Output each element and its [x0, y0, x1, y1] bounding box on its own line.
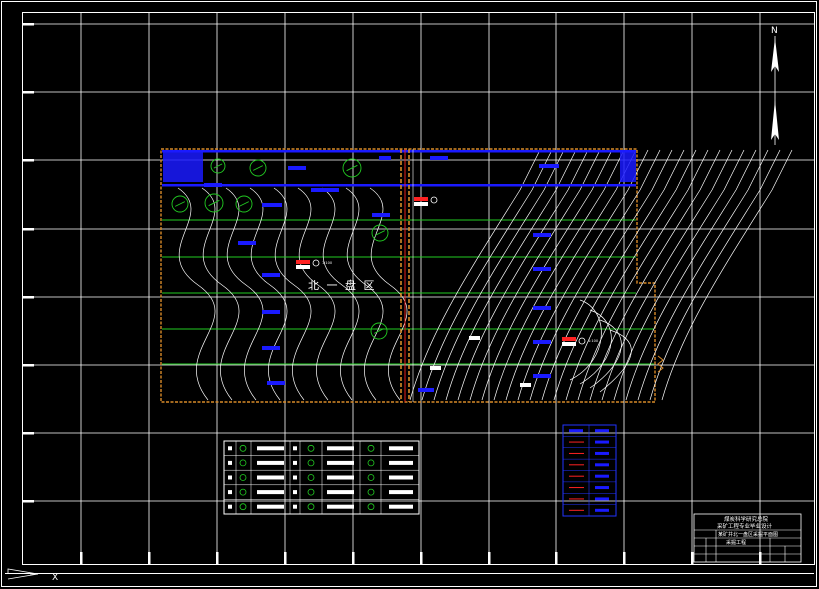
title-line-1: 煤炭科学研究总院 — [724, 515, 769, 523]
title-line-3: 某矿井北一盘区采掘平面图 — [718, 531, 778, 538]
borehole-marker-3[interactable]: 1:100 — [562, 337, 598, 346]
mining-district-map[interactable]: 1:100 1:100 北 一 盘 区 — [160, 148, 793, 403]
top-left-hatch — [163, 152, 636, 182]
top-roadway-band-2 — [162, 184, 636, 187]
borehole-marker-1[interactable]: 1:100 — [296, 259, 332, 269]
borehole-label-1: 1:100 — [322, 261, 332, 265]
station-mark — [520, 383, 531, 387]
cad-drawing-canvas[interactable]: 1:100 1:100 北 一 盘 区 N 煤炭科学研究总院 采矿工程专业毕业设… — [0, 0, 819, 589]
legend-table-symbols[interactable] — [223, 440, 420, 515]
station-mark — [469, 336, 480, 340]
ucs-x-label: X — [52, 573, 58, 583]
legend-table-lines[interactable] — [562, 424, 617, 517]
north-label: N — [771, 26, 778, 36]
title-block[interactable]: 煤炭科学研究总院 采矿工程专业毕业设计 某矿井北一盘区采掘平面图 采掘工程 — [693, 513, 802, 563]
green-level-lines — [162, 219, 654, 365]
district-label: 北 一 盘 区 — [308, 278, 377, 292]
station-mark — [430, 366, 441, 370]
ucs-icon: X — [7, 568, 58, 583]
roadway-labels — [204, 156, 559, 392]
borehole-marker-2[interactable] — [414, 196, 438, 206]
north-arrow-icon: N — [771, 26, 779, 145]
top-roadway-band — [162, 150, 636, 153]
coordinate-grid — [22, 12, 814, 564]
title-line-2: 采矿工程专业毕业设计 — [717, 522, 773, 530]
borehole-label-3: 1:100 — [588, 339, 598, 343]
title-line-4: 采掘工程 — [726, 539, 746, 546]
